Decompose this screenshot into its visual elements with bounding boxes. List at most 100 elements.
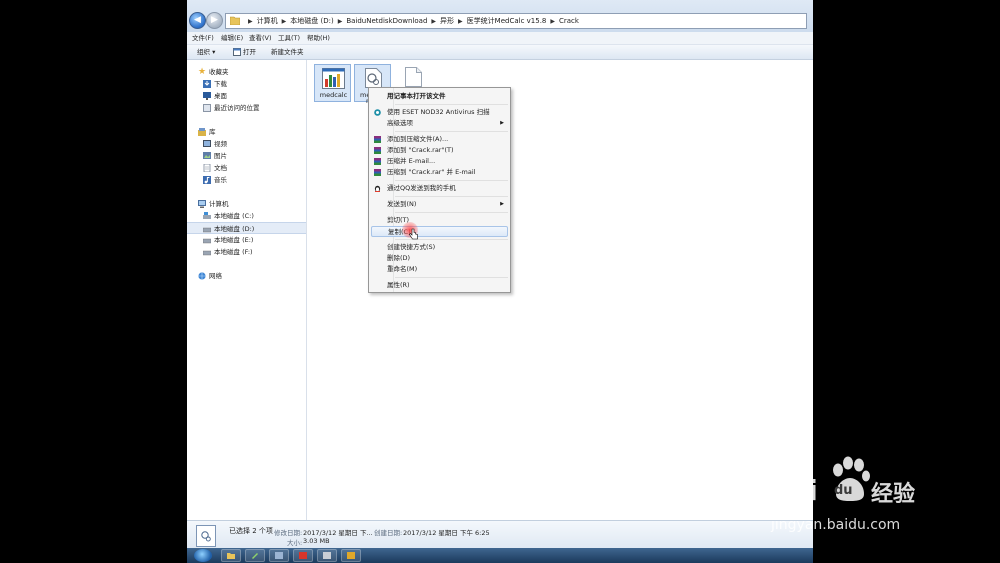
- drive-icon: [203, 250, 211, 256]
- file-item-medcalc[interactable]: medcalc: [314, 64, 351, 102]
- drive-icon: [203, 227, 211, 233]
- nav-item-label: 桌面: [214, 92, 227, 100]
- selection-thumbnail-icon: [196, 525, 216, 547]
- nav-computer[interactable]: 计算机: [187, 198, 306, 210]
- nav-network[interactable]: 网络: [187, 270, 306, 282]
- context-menu: 用记事本打开该文件 使用 ESET NOD32 Antivirus 扫描 高级选…: [368, 87, 511, 293]
- watermark-du: du: [834, 483, 853, 498]
- menu-add-to-crack-rar[interactable]: 添加到 "Crack.rar"(T): [371, 145, 508, 156]
- nav-favorites[interactable]: ★ 收藏夹: [187, 66, 306, 78]
- menu-file[interactable]: 文件(F): [192, 32, 214, 44]
- nav-item-label: 本地磁盘 (C:): [214, 212, 254, 220]
- breadcrumb-item[interactable]: BaiduNetdiskDownload: [346, 17, 427, 25]
- nav-item-label: 视频: [214, 140, 227, 148]
- recent-places-icon: [203, 104, 211, 112]
- menu-compress-email[interactable]: 压缩并 E-mail...: [371, 156, 508, 167]
- hand-cursor-icon: [409, 228, 418, 240]
- menu-tools[interactable]: 工具(T): [278, 32, 300, 44]
- nav-item-drive-d[interactable]: 本地磁盘 (D:): [187, 222, 306, 234]
- menu-help[interactable]: 帮助(H): [307, 32, 330, 44]
- menu-compress-crack-email[interactable]: 压缩到 "Crack.rar" 并 E-mail: [371, 167, 508, 178]
- nav-item-drive-c[interactable]: 本地磁盘 (C:): [187, 210, 306, 222]
- menu-divider: [395, 212, 508, 213]
- open-button[interactable]: 打开: [243, 45, 256, 59]
- nav-item-label: 下载: [214, 80, 227, 88]
- nav-item-drive-f[interactable]: 本地磁盘 (F:): [187, 246, 306, 258]
- pen-icon: [252, 553, 258, 559]
- breadcrumb-arrow-icon: ▶: [281, 18, 287, 25]
- breadcrumb-item[interactable]: 医学统计MedCalc v15.8: [467, 17, 547, 25]
- menu-edit[interactable]: 编辑(E): [221, 32, 243, 44]
- nav-item-music[interactable]: 音乐: [187, 174, 306, 186]
- menu-rename[interactable]: 重命名(M): [371, 264, 508, 275]
- menu-label: 重命名(M): [387, 265, 418, 273]
- menu-view[interactable]: 查看(V): [249, 32, 272, 44]
- back-button[interactable]: ◀: [189, 12, 206, 29]
- nav-item-drive-e[interactable]: 本地磁盘 (E:): [187, 234, 306, 246]
- nav-item-recent[interactable]: 最近访问的位置: [187, 102, 306, 114]
- menu-label: 发送到(N): [387, 200, 417, 208]
- new-folder-button[interactable]: 新建文件夹: [271, 45, 304, 59]
- breadcrumb-item[interactable]: Crack: [559, 17, 579, 25]
- winrar-icon: [374, 136, 381, 143]
- menu-create-shortcut[interactable]: 创建快捷方式(S): [371, 242, 508, 253]
- nav-item-downloads[interactable]: 下载: [187, 78, 306, 90]
- nav-item-desktop[interactable]: 桌面: [187, 90, 306, 102]
- menu-qq-send[interactable]: 通过QQ发送到我的手机: [371, 183, 508, 194]
- documents-icon: [203, 164, 211, 172]
- nav-libraries[interactable]: 库: [187, 126, 306, 138]
- nav-item-label: 本地磁盘 (E:): [214, 236, 254, 244]
- forward-button[interactable]: ▶: [206, 12, 223, 29]
- taskbar-app-6[interactable]: [341, 549, 361, 562]
- pictures-icon: [203, 152, 211, 159]
- breadcrumb-item[interactable]: 本地磁盘 (D:): [290, 17, 333, 25]
- menu-label: 高级选项: [387, 119, 413, 127]
- modified-label: 修改日期:: [274, 529, 303, 537]
- menu-label: 添加到压缩文件(A)...: [387, 135, 449, 143]
- menu-delete[interactable]: 删除(D): [371, 253, 508, 264]
- created-value: 2017/3/12 星期日 下午 6:25: [403, 529, 490, 537]
- watermark-suffix: 经验: [871, 482, 916, 507]
- nav-item-label: 最近访问的位置: [214, 104, 260, 112]
- taskbar-app-5[interactable]: [317, 549, 337, 562]
- menu-bar: 文件(F) 编辑(E) 查看(V) 工具(T) 帮助(H): [187, 32, 813, 45]
- menu-send-to[interactable]: 发送到(N) ▶: [371, 199, 508, 210]
- config-file-icon: [365, 68, 382, 88]
- breadcrumb-item[interactable]: 异形: [440, 17, 454, 25]
- menu-eset-scan[interactable]: 使用 ESET NOD32 Antivirus 扫描: [371, 107, 508, 118]
- nav-item-videos[interactable]: 视频: [187, 138, 306, 150]
- nav-item-documents[interactable]: 文档: [187, 162, 306, 174]
- desktop-icon: [203, 92, 211, 100]
- menu-open-notepad[interactable]: 用记事本打开该文件: [371, 91, 508, 102]
- menu-label: 压缩到 "Crack.rar" 并 E-mail: [387, 168, 476, 176]
- nav-item-label: 图片: [214, 152, 227, 160]
- nav-libraries-label: 库: [209, 128, 216, 136]
- nav-item-pictures[interactable]: 图片: [187, 150, 306, 162]
- created-label: 创建日期:: [374, 529, 403, 537]
- app-window-icon: [323, 552, 331, 559]
- menu-label: 创建快捷方式(S): [387, 243, 436, 251]
- nav-item-label: 本地磁盘 (F:): [214, 248, 253, 256]
- file-label: medcalc: [319, 91, 348, 99]
- app-window-icon: [275, 552, 283, 559]
- menu-advanced-options[interactable]: 高级选项 ▶: [371, 118, 508, 129]
- menu-divider: [395, 131, 508, 132]
- menu-cut[interactable]: 剪切(T): [371, 215, 508, 226]
- breadcrumb-item[interactable]: 计算机: [257, 17, 278, 25]
- start-button[interactable]: [194, 549, 212, 562]
- taskbar-explorer[interactable]: [221, 549, 241, 562]
- taskbar-app-3[interactable]: [269, 549, 289, 562]
- nav-network-label: 网络: [209, 272, 222, 280]
- explorer-window: ◀ ▶ ▶ 计算机 ▶ 本地磁盘 (D:) ▶ BaiduNetdiskDownload ▶…: [187, 0, 813, 563]
- taskbar-app-4[interactable]: [293, 549, 313, 562]
- menu-copy[interactable]: 复制(C): [371, 226, 508, 237]
- organize-button[interactable]: 组织 ▾: [197, 45, 215, 59]
- address-row: ◀ ▶ ▶ 计算机 ▶ 本地磁盘 (D:) ▶ BaiduNetdiskDownload ▶…: [187, 0, 813, 32]
- menu-label: 用记事本打开该文件: [387, 92, 446, 100]
- size-label: 大小:: [287, 539, 303, 547]
- address-bar[interactable]: ▶ 计算机 ▶ 本地磁盘 (D:) ▶ BaiduNetdiskDownload ▶ 异形 ▶ 医…: [225, 13, 807, 29]
- menu-add-to-archive[interactable]: 添加到压缩文件(A)...: [371, 134, 508, 145]
- menu-properties[interactable]: 属性(R): [371, 280, 508, 291]
- folder-icon: [230, 16, 240, 25]
- taskbar-app-2[interactable]: [245, 549, 265, 562]
